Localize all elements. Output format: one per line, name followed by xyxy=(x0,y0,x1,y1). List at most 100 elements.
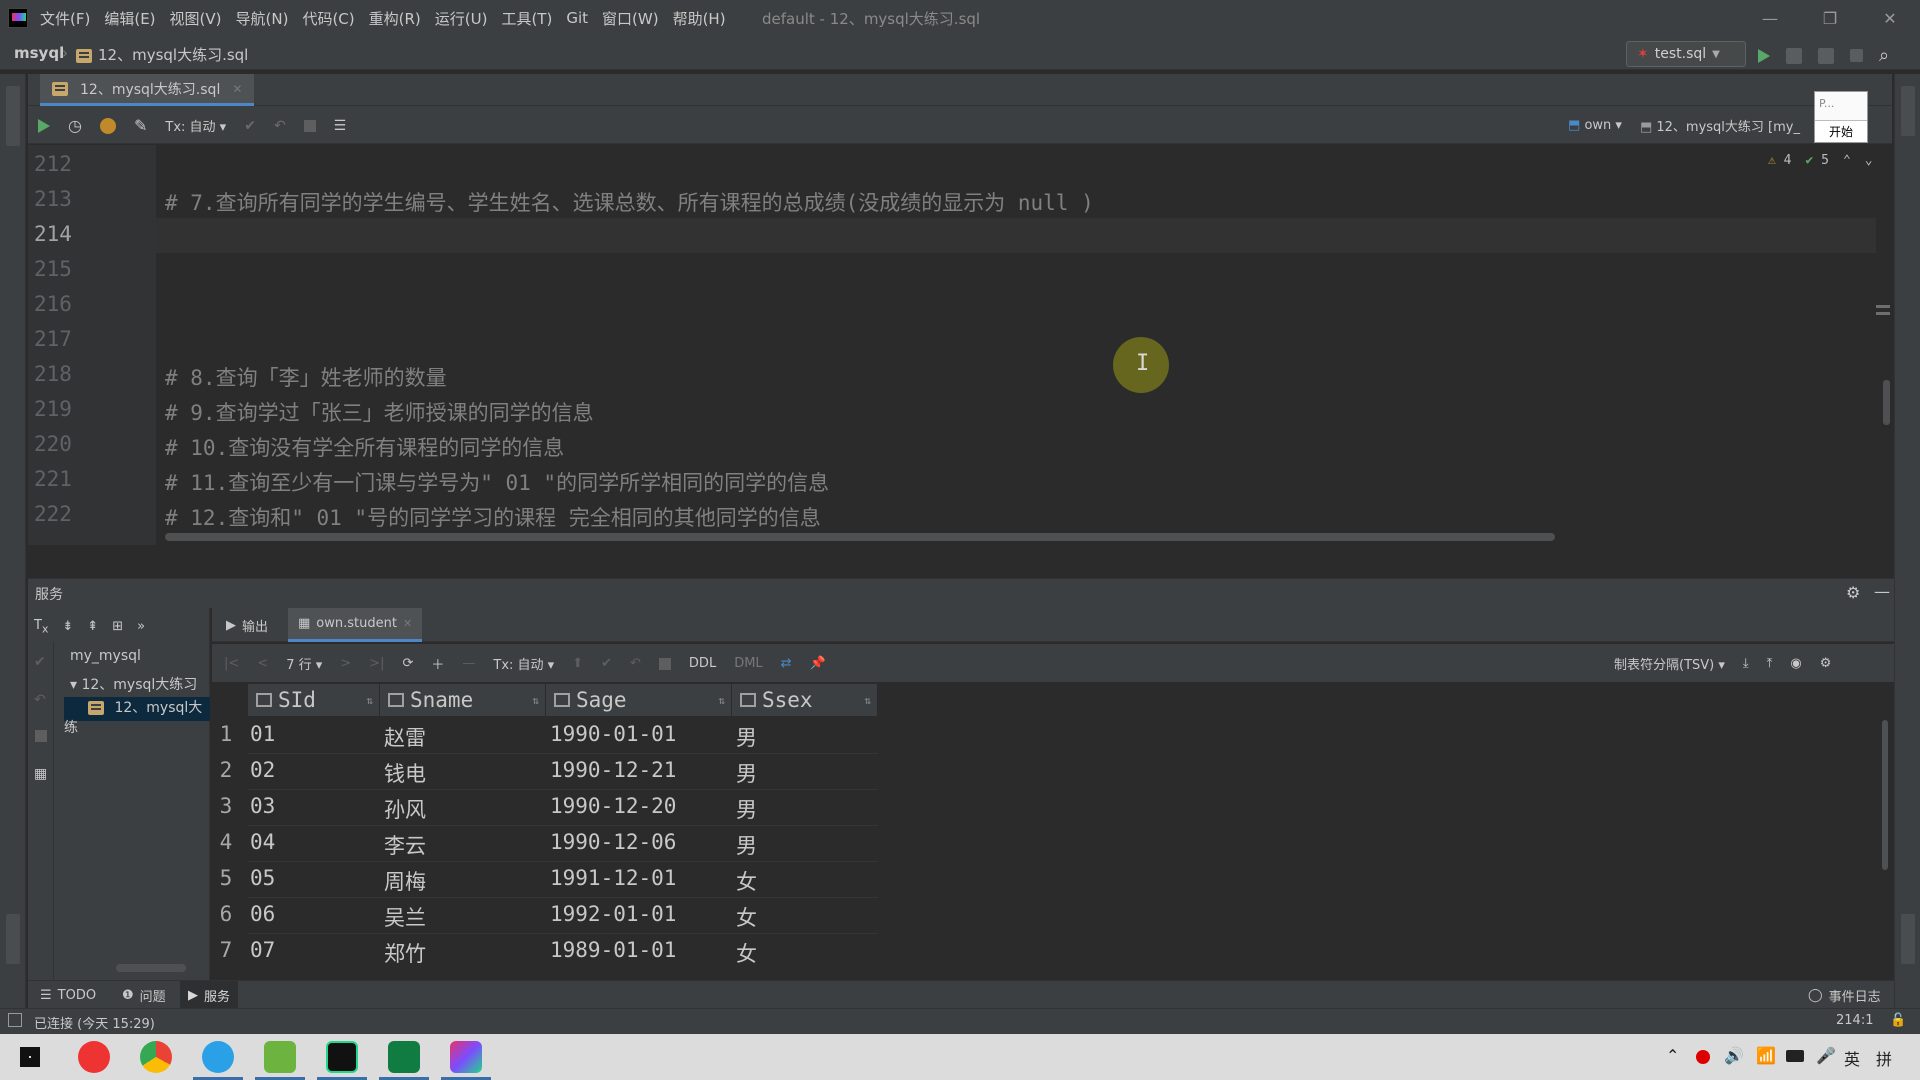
code-editor[interactable]: 212 213 214 215 216 217 218 219 220 221 … xyxy=(28,145,1894,545)
volume-icon[interactable]: 🔊 xyxy=(1724,1046,1744,1065)
cell-sname[interactable]: 周梅 xyxy=(384,866,426,896)
warnings-indicator[interactable]: ⚠ 4 xyxy=(1768,153,1791,168)
menu-help[interactable]: 帮助(H) xyxy=(673,8,726,29)
cell-sname[interactable]: 钱电 xyxy=(384,758,426,788)
menu-file[interactable]: 文件(F) xyxy=(40,8,90,29)
schema-select[interactable]: ⬒ own ▾ xyxy=(1568,118,1622,133)
add-icon[interactable]: ＋ xyxy=(431,654,444,673)
next-page-icon[interactable]: > xyxy=(340,656,351,671)
cell-ssex[interactable]: 女 xyxy=(736,866,757,896)
layout-toggle-icon[interactable] xyxy=(8,1013,22,1027)
chevron-down-icon[interactable]: ⌄ xyxy=(1865,153,1873,168)
column-header-sname[interactable]: Sname ⇅ xyxy=(380,684,546,716)
stop-icon[interactable] xyxy=(658,657,671,670)
layout-icon[interactable]: ▦ xyxy=(34,766,47,782)
cell-ssex[interactable]: 男 xyxy=(736,830,757,860)
menu-git[interactable]: Git xyxy=(566,9,588,27)
commit-icon[interactable]: ✔ xyxy=(601,656,612,671)
dml-button[interactable]: DML xyxy=(734,656,762,671)
menu-view[interactable]: 视图(V) xyxy=(170,8,222,29)
cell-sid[interactable]: 07 xyxy=(250,938,275,962)
cell-sage[interactable]: 1990-12-20 xyxy=(550,794,676,818)
wrench-icon[interactable]: ✎ xyxy=(134,116,147,135)
cell-sname[interactable]: 郑竹 xyxy=(384,938,426,968)
more-icon[interactable]: » xyxy=(137,619,145,634)
tx-mode-select[interactable]: Tx: 自动 ▾ xyxy=(165,116,226,135)
rollback-icon[interactable]: ↶ xyxy=(34,692,46,708)
close-tab-icon[interactable]: ✕ xyxy=(232,82,242,96)
restore-window-button[interactable]: ❐ xyxy=(1800,0,1860,36)
cell-sid[interactable]: 02 xyxy=(250,758,275,782)
menu-edit[interactable]: 编辑(E) xyxy=(104,8,155,29)
stop-icon[interactable] xyxy=(35,730,47,742)
group-icon[interactable]: ⊞ xyxy=(112,619,123,634)
datagrip-app-icon[interactable] xyxy=(326,1041,358,1073)
horizontal-scrollbar[interactable] xyxy=(165,533,1555,541)
database-tool-button[interactable] xyxy=(6,86,20,146)
excel-app-icon[interactable] xyxy=(388,1041,420,1073)
tab-own-student[interactable]: ▦ own.student ✕ xyxy=(288,608,423,642)
column-header-sid[interactable]: SId ⇅ xyxy=(248,684,380,716)
event-log-button[interactable]: ◯ 事件日志 xyxy=(1808,981,1881,1009)
check-icon[interactable]: ✔ xyxy=(34,654,46,670)
menu-tools[interactable]: 工具(T) xyxy=(501,8,552,29)
favorites-tool-button[interactable] xyxy=(6,914,20,964)
tx-icon[interactable]: Tx xyxy=(34,618,48,636)
run-icon[interactable] xyxy=(1758,48,1770,63)
cell-ssex[interactable]: 女 xyxy=(736,902,757,932)
notepad-app-icon[interactable] xyxy=(264,1041,296,1073)
cell-sname[interactable]: 赵雷 xyxy=(384,722,426,752)
cell-sage[interactable]: 1990-12-06 xyxy=(550,830,676,854)
tree-item-console[interactable]: ▾ 12、mysql大练习 xyxy=(70,674,197,694)
cell-sid[interactable]: 05 xyxy=(250,866,275,890)
ime-mode[interactable]: 拼 xyxy=(1876,1046,1892,1070)
debug-icon[interactable] xyxy=(1786,47,1802,64)
column-header-sage[interactable]: Sage ⇅ xyxy=(546,684,732,716)
prev-page-icon[interactable]: < xyxy=(257,656,268,671)
cell-sname[interactable]: 孙风 xyxy=(384,794,426,824)
caret-position[interactable]: 214:1 xyxy=(1836,1013,1873,1028)
sort-icon[interactable]: ⇅ xyxy=(366,694,373,707)
ok-indicator[interactable]: ✔ 5 xyxy=(1805,153,1828,168)
refresh-icon[interactable]: ⟳ xyxy=(402,656,413,671)
cell-sage[interactable]: 1989-01-01 xyxy=(550,938,676,962)
upload-icon[interactable]: ⤒ xyxy=(1767,656,1773,671)
sort-icon[interactable]: ⇅ xyxy=(532,694,539,707)
breadcrumb-project[interactable]: msyql xyxy=(14,44,64,62)
menu-code[interactable]: 代码(C) xyxy=(302,8,354,29)
first-page-icon[interactable]: |< xyxy=(224,656,239,671)
chevron-up-icon[interactable]: ⌃ xyxy=(1843,153,1851,168)
grid-vertical-scrollbar[interactable] xyxy=(1882,720,1888,870)
export-format-select[interactable]: 制表符分隔(TSV) ▾ xyxy=(1614,654,1725,673)
structure-tool-button[interactable] xyxy=(1901,914,1915,964)
chevron-up-icon[interactable]: ⌃ xyxy=(1666,1046,1679,1065)
sort-icon[interactable]: ⇅ xyxy=(718,694,725,707)
remove-icon[interactable]: — xyxy=(462,656,475,671)
wifi-icon[interactable]: 📶 xyxy=(1756,1046,1776,1065)
stop-icon[interactable] xyxy=(1850,49,1863,62)
minimize-window-button[interactable]: — xyxy=(1740,0,1800,36)
minimize-icon[interactable]: — xyxy=(1874,582,1890,601)
menu-navigate[interactable]: 导航(N) xyxy=(236,8,289,29)
ime-language[interactable]: 英 xyxy=(1844,1046,1860,1070)
search-icon[interactable]: ⌕ xyxy=(1879,45,1889,66)
collapse-all-icon[interactable]: ⇞ xyxy=(87,619,98,634)
coverage-icon[interactable] xyxy=(1818,47,1834,64)
close-tab-icon[interactable]: ✕ xyxy=(403,617,412,630)
menu-refactor[interactable]: 重构(R) xyxy=(369,8,421,29)
cell-ssex[interactable]: 男 xyxy=(736,758,757,788)
column-header-ssex[interactable]: Ssex ⇅ xyxy=(732,684,878,716)
cell-sid[interactable]: 06 xyxy=(250,902,275,926)
cell-sid[interactable]: 04 xyxy=(250,830,275,854)
execute-icon[interactable] xyxy=(38,118,50,133)
record-icon[interactable] xyxy=(1696,1050,1710,1064)
vertical-scrollbar[interactable] xyxy=(1883,380,1890,425)
rollback-icon[interactable]: ↶ xyxy=(630,656,641,671)
editor-tab-sql[interactable]: 12、mysql大练习.sql ✕ xyxy=(40,74,255,106)
tab-output[interactable]: ▶ 输出 xyxy=(226,608,268,642)
cell-ssex[interactable]: 男 xyxy=(736,722,757,752)
sort-icon[interactable]: ⇅ xyxy=(864,694,871,707)
popup-start-button[interactable]: 开始 xyxy=(1815,120,1867,142)
tool-tab-problems[interactable]: ❶ 问题 xyxy=(122,981,166,1009)
microphone-icon[interactable]: 🎤 xyxy=(1816,1046,1836,1065)
